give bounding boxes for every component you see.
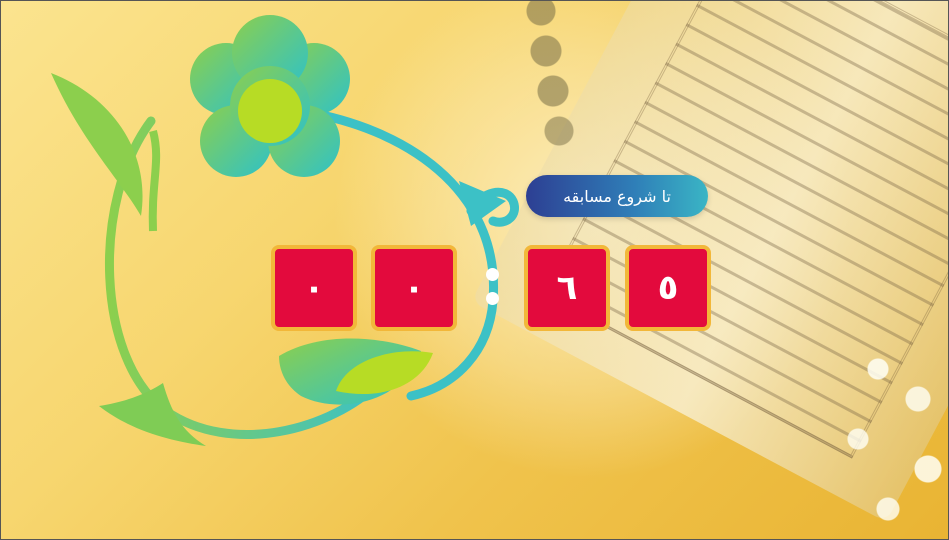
colon-dot-top bbox=[486, 268, 499, 281]
countdown-digit-seconds-ones: ٠ bbox=[271, 245, 357, 331]
left-leaf bbox=[51, 73, 143, 216]
floral-ornament bbox=[51, 15, 519, 446]
leaf-stem bbox=[148, 129, 161, 232]
colon-dot-bottom bbox=[486, 292, 499, 305]
countdown-label: تا شروع مسابقه bbox=[526, 175, 708, 217]
slide-frame: تا شروع مسابقه ٥ ٦ ٠ ٠ bbox=[0, 0, 949, 540]
bottom-leaf bbox=[99, 383, 206, 446]
flower-icon bbox=[190, 15, 350, 177]
countdown-digit-minutes-tens: ٥ bbox=[625, 245, 711, 331]
countdown-digit-seconds-tens: ٠ bbox=[371, 245, 457, 331]
countdown-digit-minutes-ones: ٦ bbox=[524, 245, 610, 331]
